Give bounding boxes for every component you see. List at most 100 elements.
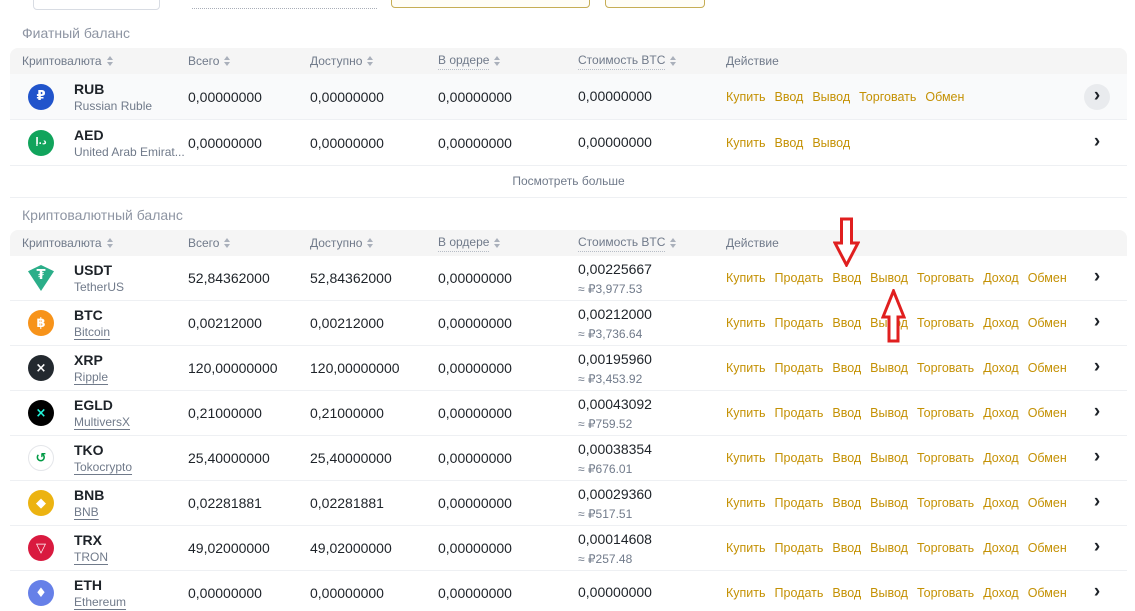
sort-icon[interactable] [670,56,676,66]
action-convert-link[interactable]: Обмен [1028,406,1067,420]
action-deposit-link[interactable]: Ввод [832,586,861,600]
action-buy-link[interactable]: Купить [726,271,766,285]
row-chevron-button[interactable]: › [1084,445,1110,471]
coin-name-link[interactable]: BNB [74,506,104,519]
sort-icon[interactable] [224,56,230,66]
column-header-btc-value[interactable]: Стоимость BTC [578,53,718,70]
action-deposit-link[interactable]: Ввод [832,316,861,330]
column-header-total[interactable]: Всего [188,54,310,68]
action-withdraw-link[interactable]: Вывод [870,316,908,330]
action-earn-link[interactable]: Доход [983,316,1019,330]
view-more-button[interactable]: Посмотреть больше [10,166,1127,198]
action-deposit-link[interactable]: Ввод [832,451,861,465]
action-convert-link[interactable]: Обмен [1028,496,1067,510]
column-header-available[interactable]: Доступно [310,236,438,250]
coin-name-link[interactable]: Ripple [74,371,108,384]
row-chevron-button[interactable]: › [1084,355,1110,381]
action-trade-link[interactable]: Торговать [859,90,916,104]
row-chevron-button[interactable]: › [1084,84,1110,110]
action-sell-link[interactable]: Продать [775,361,824,375]
action-trade-link[interactable]: Торговать [917,451,974,465]
action-earn-link[interactable]: Доход [983,496,1019,510]
action-deposit-link[interactable]: Ввод [775,90,804,104]
row-chevron-button[interactable]: › [1084,400,1110,426]
action-trade-link[interactable]: Торговать [917,496,974,510]
sort-icon[interactable] [107,238,113,248]
top-action-button-2[interactable] [605,0,705,8]
action-convert-link[interactable]: Обмен [1028,541,1067,555]
column-header-available[interactable]: Доступно [310,54,438,68]
action-deposit-link[interactable]: Ввод [832,496,861,510]
action-trade-link[interactable]: Торговать [917,586,974,600]
action-deposit-link[interactable]: Ввод [775,136,804,150]
action-withdraw-link[interactable]: Вывод [870,541,908,555]
sort-icon[interactable] [367,56,373,66]
action-trade-link[interactable]: Торговать [917,541,974,555]
action-trade-link[interactable]: Торговать [917,361,974,375]
action-buy-link[interactable]: Купить [726,361,766,375]
action-sell-link[interactable]: Продать [775,406,824,420]
action-buy-link[interactable]: Купить [726,136,766,150]
action-buy-link[interactable]: Купить [726,406,766,420]
top-action-button-1[interactable] [391,0,590,8]
row-chevron-button[interactable]: › [1084,265,1110,291]
column-header-coin[interactable]: Криптовалюта [22,236,188,250]
row-chevron-button[interactable]: › [1084,490,1110,516]
action-convert-link[interactable]: Обмен [1028,451,1067,465]
action-trade-link[interactable]: Торговать [917,316,974,330]
coin-name-link[interactable]: Ethereum [74,596,126,609]
row-chevron-button[interactable]: › [1084,535,1110,561]
sort-icon[interactable] [494,238,500,248]
sort-icon[interactable] [670,238,676,248]
coin-name-link[interactable]: TRON [74,551,108,564]
column-header-coin[interactable]: Криптовалюта [22,54,188,68]
column-header-btc-value[interactable]: Стоимость BTC [578,235,718,252]
action-earn-link[interactable]: Доход [983,541,1019,555]
coin-name-link[interactable]: MultiversX [74,416,130,429]
action-deposit-link[interactable]: Ввод [832,406,861,420]
action-earn-link[interactable]: Доход [983,586,1019,600]
action-withdraw-link[interactable]: Вывод [870,361,908,375]
action-trade-link[interactable]: Торговать [917,406,974,420]
action-withdraw-link[interactable]: Вывод [870,451,908,465]
action-deposit-link[interactable]: Ввод [832,271,861,285]
action-withdraw-link[interactable]: Вывод [812,90,850,104]
action-earn-link[interactable]: Доход [983,451,1019,465]
action-earn-link[interactable]: Доход [983,361,1019,375]
action-sell-link[interactable]: Продать [775,496,824,510]
action-buy-link[interactable]: Купить [726,541,766,555]
action-convert-link[interactable]: Обмен [1028,316,1067,330]
action-withdraw-link[interactable]: Вывод [870,406,908,420]
action-deposit-link[interactable]: Ввод [832,361,861,375]
action-convert-link[interactable]: Обмен [1028,361,1067,375]
sort-icon[interactable] [367,238,373,248]
action-buy-link[interactable]: Купить [726,316,766,330]
column-header-in-order[interactable]: В ордере [438,53,578,70]
action-sell-link[interactable]: Продать [775,271,824,285]
row-chevron-button[interactable]: › [1084,580,1110,606]
column-header-in-order[interactable]: В ордере [438,235,578,252]
action-sell-link[interactable]: Продать [775,451,824,465]
action-deposit-link[interactable]: Ввод [832,541,861,555]
action-withdraw-link[interactable]: Вывод [870,496,908,510]
action-buy-link[interactable]: Купить [726,586,766,600]
action-buy-link[interactable]: Купить [726,90,766,104]
action-convert-link[interactable]: Обмен [1028,271,1067,285]
coin-name-link[interactable]: Tokocrypto [74,461,132,474]
search-input[interactable] [33,0,160,10]
action-buy-link[interactable]: Купить [726,451,766,465]
action-withdraw-link[interactable]: Вывод [870,586,908,600]
column-header-total[interactable]: Всего [188,236,310,250]
row-chevron-button[interactable]: › [1084,310,1110,336]
action-earn-link[interactable]: Доход [983,271,1019,285]
action-sell-link[interactable]: Продать [775,541,824,555]
row-chevron-button[interactable]: › [1084,130,1110,156]
action-trade-link[interactable]: Торговать [917,271,974,285]
sort-icon[interactable] [224,238,230,248]
action-withdraw-link[interactable]: Вывод [812,136,850,150]
action-withdraw-link[interactable]: Вывод [870,271,908,285]
sort-icon[interactable] [494,56,500,66]
action-convert-link[interactable]: Обмен [1028,586,1067,600]
sort-icon[interactable] [107,56,113,66]
action-earn-link[interactable]: Доход [983,406,1019,420]
